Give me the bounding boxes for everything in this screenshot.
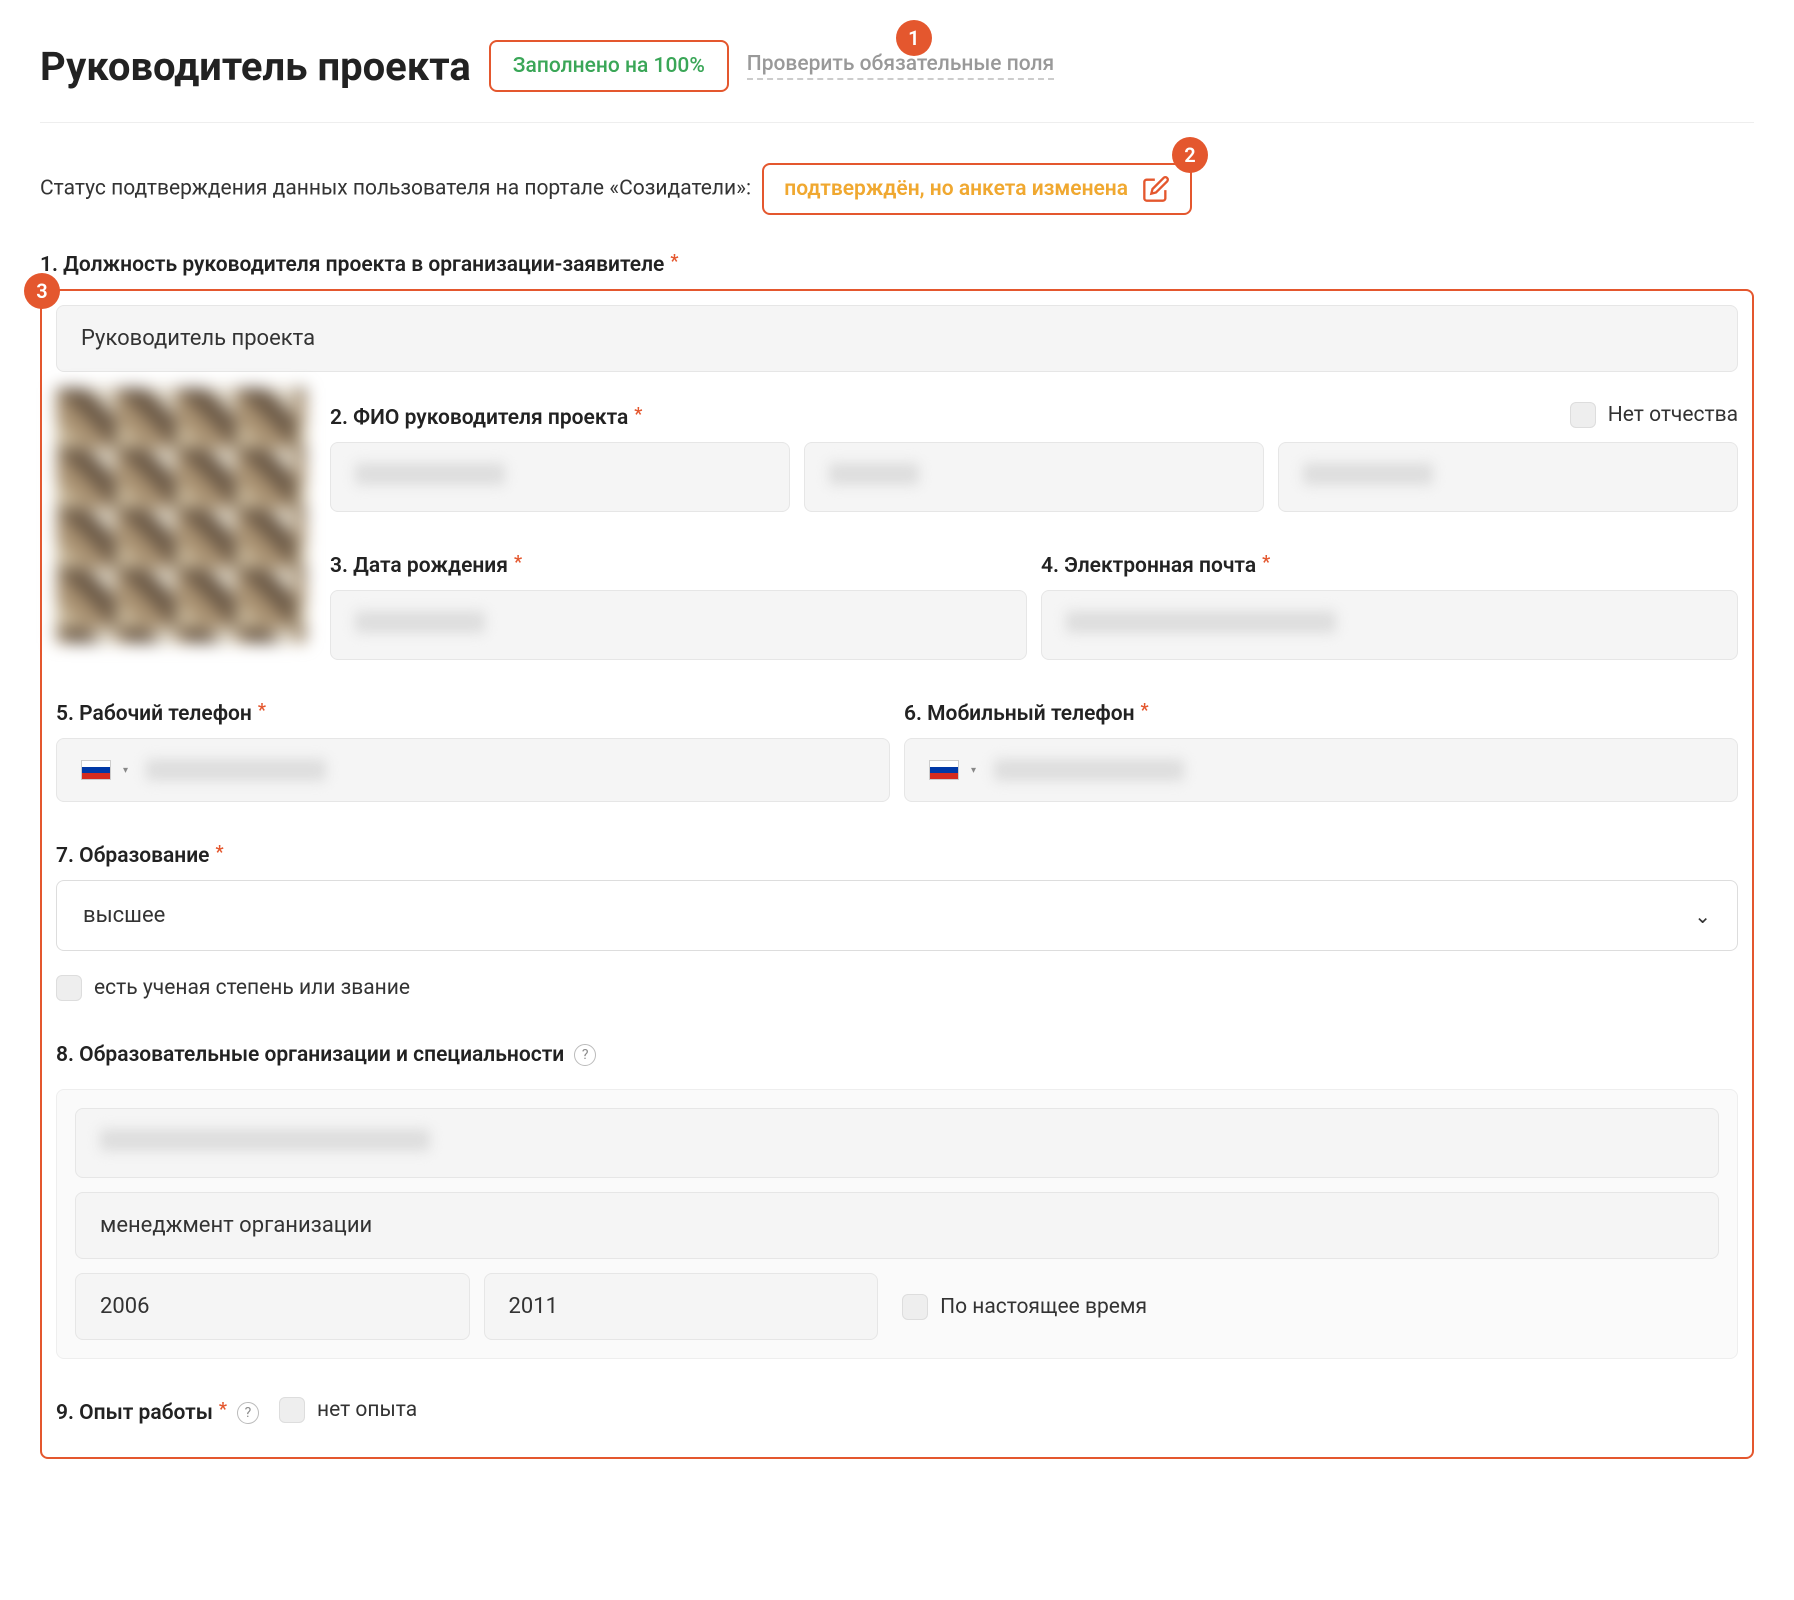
- field-8-label: 8. Образовательные организации и специал…: [56, 1043, 596, 1067]
- edit-icon[interactable]: [1142, 175, 1170, 203]
- email-input[interactable]: [1041, 590, 1738, 660]
- chevron-down-icon: ⌄: [1694, 904, 1711, 928]
- help-icon[interactable]: ?: [574, 1044, 596, 1066]
- field-2-label: 2. ФИО руководителя проекта*: [330, 406, 642, 430]
- avatar-image[interactable]: [56, 388, 306, 643]
- field-6-label: 6. Мобильный телефон*: [904, 702, 1738, 726]
- callout-marker-2: 2: [1172, 137, 1208, 173]
- no-patronymic-checkbox[interactable]: [1570, 402, 1596, 428]
- education-entry: менеджмент организации 2006 2011 По наст…: [56, 1089, 1738, 1359]
- edu-year-start[interactable]: 2006: [75, 1273, 470, 1340]
- verification-status-box: подтверждён, но анкета изменена 2: [762, 163, 1192, 215]
- no-experience-checkbox[interactable]: [279, 1397, 305, 1423]
- field-1-label: 1. Должность руководителя проекта в орга…: [40, 253, 678, 277]
- flag-icon[interactable]: [81, 760, 111, 780]
- position-input[interactable]: Руководитель проекта: [56, 305, 1738, 372]
- callout-marker-3: 3: [24, 273, 60, 309]
- patronymic-input[interactable]: [1278, 442, 1738, 512]
- work-phone-input[interactable]: ▾: [56, 738, 890, 802]
- degree-label: есть ученая степень или звание: [94, 976, 410, 1000]
- check-required-fields-link[interactable]: Проверить обязательные поля: [747, 52, 1054, 80]
- completion-badge: 1 Заполнено на 100%: [489, 40, 729, 92]
- verification-status-text: подтверждён, но анкета изменена: [784, 177, 1128, 201]
- chevron-down-icon[interactable]: ▾: [123, 765, 128, 776]
- main-form-box: 3 Руководитель проекта 2. ФИО руководите…: [40, 289, 1754, 1459]
- completion-text: Заполнено на 100%: [513, 54, 705, 78]
- chevron-down-icon[interactable]: ▾: [971, 765, 976, 776]
- surname-input[interactable]: [330, 442, 790, 512]
- edu-present-label: По настоящее время: [940, 1295, 1147, 1319]
- no-experience-row[interactable]: нет опыта: [279, 1397, 417, 1423]
- field-9-label: 9. Опыт работы* ?: [56, 1401, 259, 1425]
- mobile-phone-input[interactable]: ▾: [904, 738, 1738, 802]
- status-prefix: Статус подтверждения данных пользователя…: [40, 177, 751, 201]
- no-patronymic-row[interactable]: Нет отчества: [1570, 402, 1738, 428]
- field-5-label: 5. Рабочий телефон*: [56, 702, 890, 726]
- edu-org-input[interactable]: [75, 1108, 1719, 1178]
- no-experience-label: нет опыта: [317, 1398, 417, 1422]
- edu-present-checkbox[interactable]: [902, 1294, 928, 1320]
- edu-present-row[interactable]: По настоящее время: [902, 1294, 1147, 1320]
- edu-speciality-input[interactable]: менеджмент организации: [75, 1192, 1719, 1259]
- field-7-label: 7. Образование*: [56, 844, 224, 868]
- education-select[interactable]: высшее ⌄: [56, 880, 1738, 951]
- edu-year-end[interactable]: 2011: [484, 1273, 879, 1340]
- help-icon[interactable]: ?: [237, 1402, 259, 1424]
- page-header: Руководитель проекта 1 Заполнено на 100%…: [40, 20, 1754, 123]
- flag-icon[interactable]: [929, 760, 959, 780]
- field-4-label: 4. Электронная почта*: [1041, 554, 1738, 578]
- verification-status-line: Статус подтверждения данных пользователя…: [40, 163, 1754, 215]
- degree-checkbox[interactable]: [56, 975, 82, 1001]
- education-value: высшее: [83, 903, 165, 928]
- field-3-label: 3. Дата рождения*: [330, 554, 1027, 578]
- firstname-input[interactable]: [804, 442, 1264, 512]
- callout-marker-1: 1: [896, 20, 932, 56]
- birthdate-input[interactable]: [330, 590, 1027, 660]
- degree-checkbox-row[interactable]: есть ученая степень или звание: [56, 975, 1738, 1001]
- no-patronymic-label: Нет отчества: [1608, 403, 1738, 427]
- page-title: Руководитель проекта: [40, 43, 471, 90]
